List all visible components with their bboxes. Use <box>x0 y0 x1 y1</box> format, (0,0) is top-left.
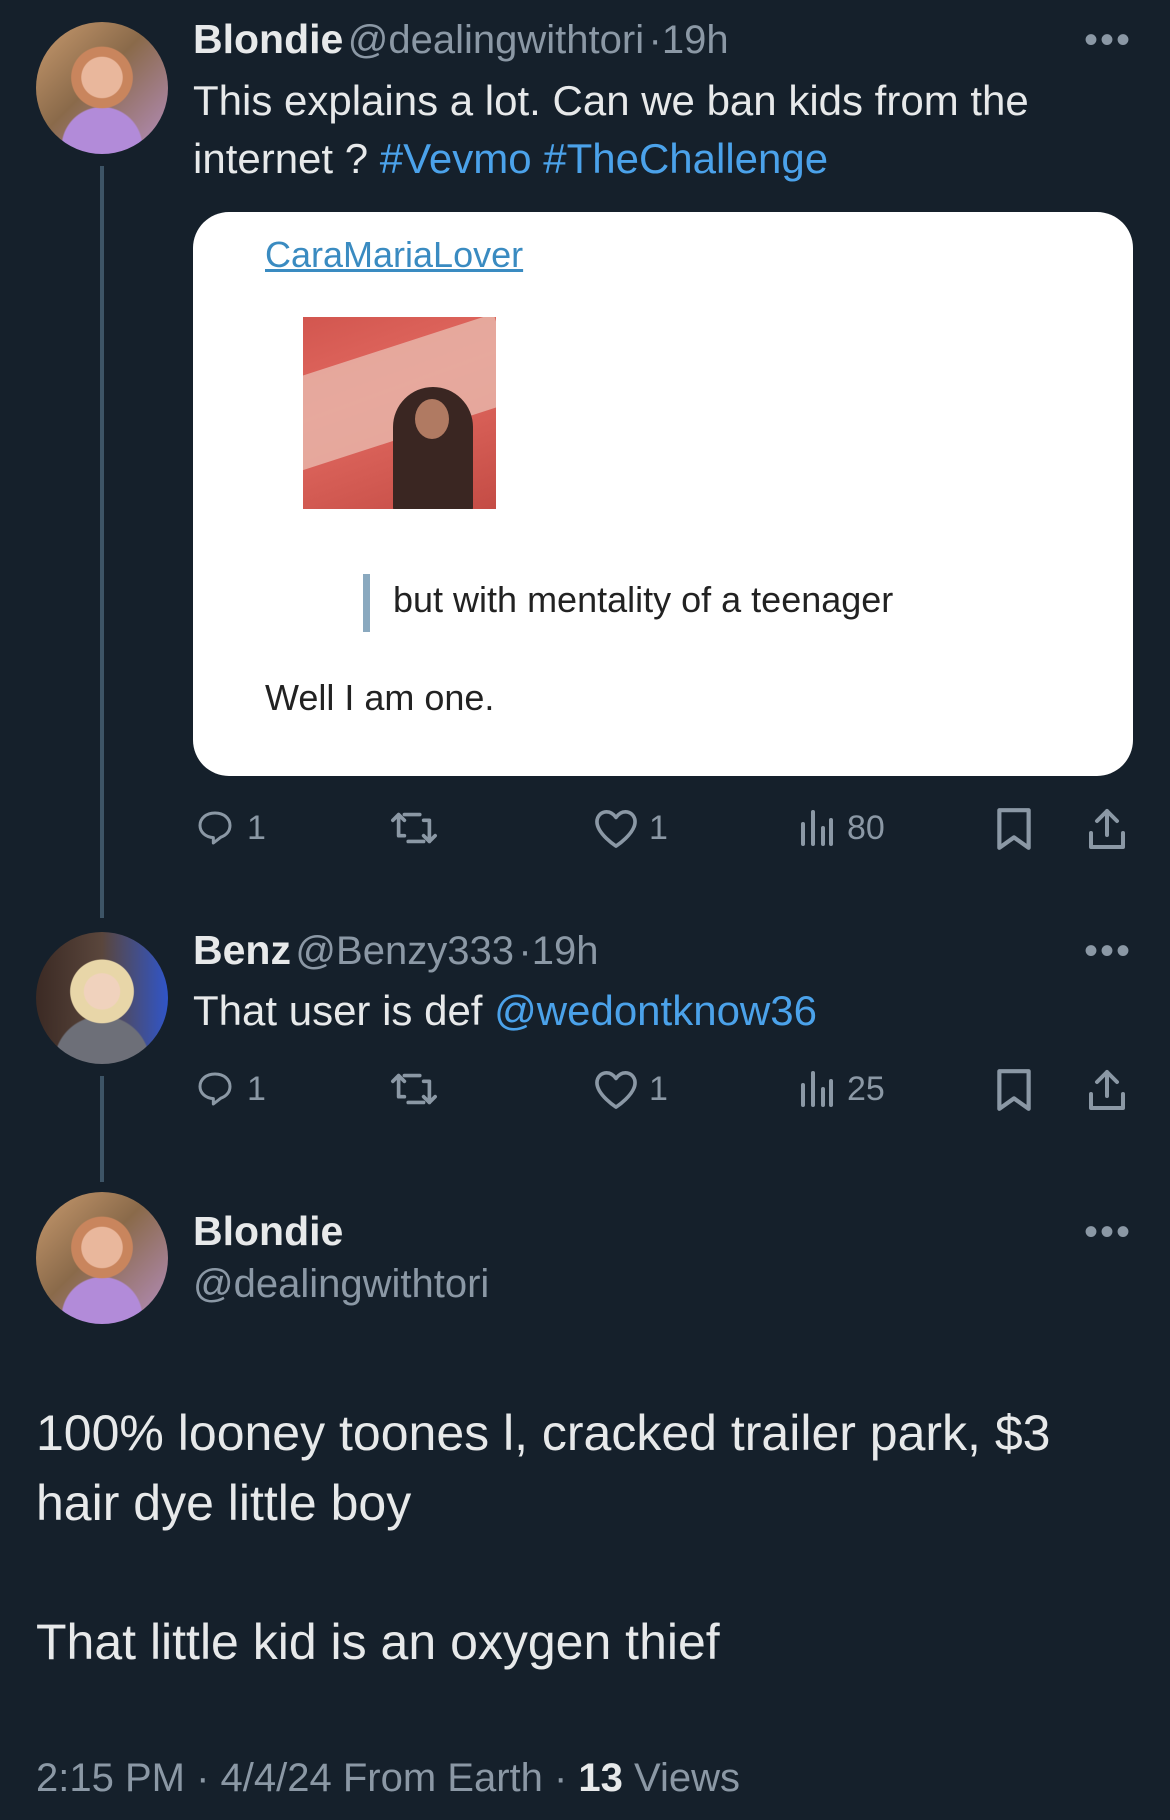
reply-icon <box>198 811 232 845</box>
card-thumbnail-image <box>303 317 496 509</box>
retweet-icon <box>391 1073 437 1105</box>
share-button[interactable] <box>1085 806 1129 852</box>
mention-link[interactable]: @wedontknow36 <box>494 987 817 1034</box>
analytics-icon <box>801 1071 833 1107</box>
views-count: 13 <box>578 1756 623 1800</box>
dot-separator: · <box>648 18 662 62</box>
reply-button[interactable]: 1 <box>193 1069 266 1109</box>
handle[interactable]: @dealingwithtori <box>193 1262 489 1307</box>
quote-bar <box>363 574 370 632</box>
card-quote-text: but with mentality of a teenager <box>393 579 894 620</box>
views-button[interactable]: 25 <box>797 1069 885 1109</box>
tweet-time[interactable]: 19h <box>662 18 729 62</box>
reply-count: 1 <box>247 1069 266 1108</box>
tweet2-header: Benz @Benzy333 ·19h <box>193 927 598 974</box>
thread-line <box>100 166 104 918</box>
main-tweet-line2: That little kid is an oxygen thief <box>36 1614 720 1670</box>
tweet-text: That user is def <box>193 987 495 1034</box>
card-body-text: Well I am one. <box>265 677 495 718</box>
tweet2-text: That user is def @wedontknow36 <box>193 982 1133 1040</box>
like-count: 1 <box>649 1069 668 1108</box>
tweet1-text: This explains a lot. Can we ban kids fro… <box>193 72 1133 188</box>
tweet1-actions: 1 1 80 <box>193 800 1133 856</box>
reply-button[interactable]: 1 <box>193 808 266 848</box>
timestamp[interactable]: 2:15 PM · 4/4/24 From Earth · <box>36 1756 578 1800</box>
bookmark-icon <box>997 808 1031 850</box>
handle[interactable]: @dealingwithtori <box>348 18 644 62</box>
heart-icon <box>595 1071 637 1109</box>
display-name[interactable]: Benz <box>193 927 291 973</box>
display-name[interactable]: Blondie <box>193 16 343 62</box>
display-name[interactable]: Blondie <box>193 1208 343 1255</box>
card-username-link: CaraMariaLover <box>265 234 524 275</box>
more-options-icon[interactable]: ••• <box>1084 18 1132 63</box>
view-count: 80 <box>847 808 885 847</box>
view-count: 25 <box>847 1069 885 1108</box>
retweet-button[interactable] <box>389 808 439 848</box>
main-tweet-line1: 100% looney toones l, cracked trailer pa… <box>36 1405 1051 1531</box>
retweet-icon <box>391 812 437 844</box>
avatar-blondie[interactable] <box>36 22 168 154</box>
handle[interactable]: @Benzy333 <box>295 929 514 973</box>
reply-count: 1 <box>247 808 266 847</box>
avatar-blondie[interactable] <box>36 1192 168 1324</box>
tweet1-header: Blondie @dealingwithtori ·19h <box>193 16 729 63</box>
thumbnail-face <box>415 399 449 439</box>
bookmark-button[interactable] <box>995 806 1033 852</box>
views-label: Views <box>634 1756 741 1800</box>
hashtag-link[interactable]: #TheChallenge <box>543 135 828 182</box>
thread-line <box>100 1076 104 1182</box>
tweet-footer: 2:15 PM · 4/4/24 From Earth · 13 Views <box>36 1756 740 1801</box>
avatar-benz[interactable] <box>36 932 168 1064</box>
like-count: 1 <box>649 808 668 847</box>
analytics-icon <box>801 810 833 846</box>
dot-separator: · <box>518 929 532 973</box>
media-card[interactable]: CaraMariaLover but with mentality of a t… <box>193 212 1133 776</box>
tweet-time[interactable]: 19h <box>532 929 599 973</box>
bookmark-icon <box>997 1069 1031 1111</box>
hashtag-link[interactable]: #Vevmo <box>380 135 532 182</box>
bookmark-button[interactable] <box>995 1067 1033 1113</box>
more-options-icon[interactable]: ••• <box>1084 1210 1132 1255</box>
more-options-icon[interactable]: ••• <box>1084 929 1132 974</box>
like-button[interactable]: 1 <box>593 808 668 848</box>
share-button[interactable] <box>1085 1067 1129 1113</box>
heart-icon <box>595 810 637 848</box>
share-icon <box>1089 809 1125 849</box>
retweet-button[interactable] <box>389 1069 439 1109</box>
views-button[interactable]: 80 <box>797 808 885 848</box>
like-button[interactable]: 1 <box>593 1069 668 1109</box>
share-icon <box>1089 1070 1125 1110</box>
tweet2-actions: 1 1 25 <box>193 1061 1133 1117</box>
reply-icon <box>198 1072 232 1106</box>
